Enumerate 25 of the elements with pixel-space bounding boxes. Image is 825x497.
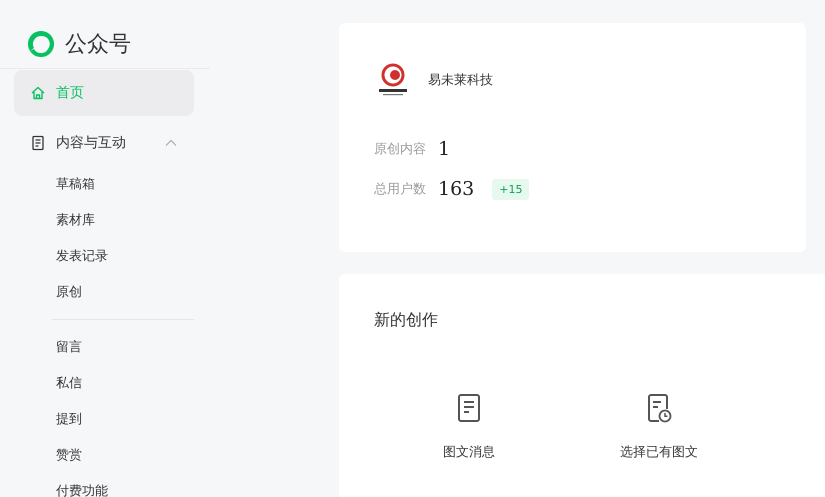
stat-value: 163: [438, 178, 474, 200]
growth-badge: +15: [492, 178, 530, 200]
logo-icon: [25, 28, 57, 60]
account-name: 易未莱科技: [428, 72, 493, 89]
stat-value: 1: [438, 138, 450, 160]
stat-label: 原创内容: [374, 141, 426, 158]
nav-subitem[interactable]: 留言: [14, 329, 194, 365]
nav-subitem[interactable]: 原创: [14, 274, 194, 310]
app-title: 公众号: [65, 31, 131, 59]
nav-subitem[interactable]: 素材库: [14, 202, 194, 238]
create-option[interactable]: 图文消息: [374, 393, 564, 461]
nav-subitem[interactable]: 提到: [14, 401, 194, 437]
nav-subitem[interactable]: 付费功能: [14, 473, 194, 497]
stat-label: 总用户数: [374, 181, 426, 198]
nav-subitem[interactable]: 赞赏: [14, 437, 194, 473]
section-title: 新的创作: [374, 310, 439, 331]
home-icon: [30, 85, 46, 101]
document-icon: [30, 135, 46, 151]
nav-subitem[interactable]: 草稿箱: [14, 166, 194, 202]
nav-subitem[interactable]: 私信: [14, 365, 194, 401]
create-option[interactable]: 选择已有图文: [564, 393, 754, 461]
document-icon: [456, 393, 482, 423]
nav-group[interactable]: 内容与互动: [14, 120, 194, 166]
nav-subitem[interactable]: 发表记录: [14, 238, 194, 274]
document-clock-icon: [646, 393, 672, 423]
